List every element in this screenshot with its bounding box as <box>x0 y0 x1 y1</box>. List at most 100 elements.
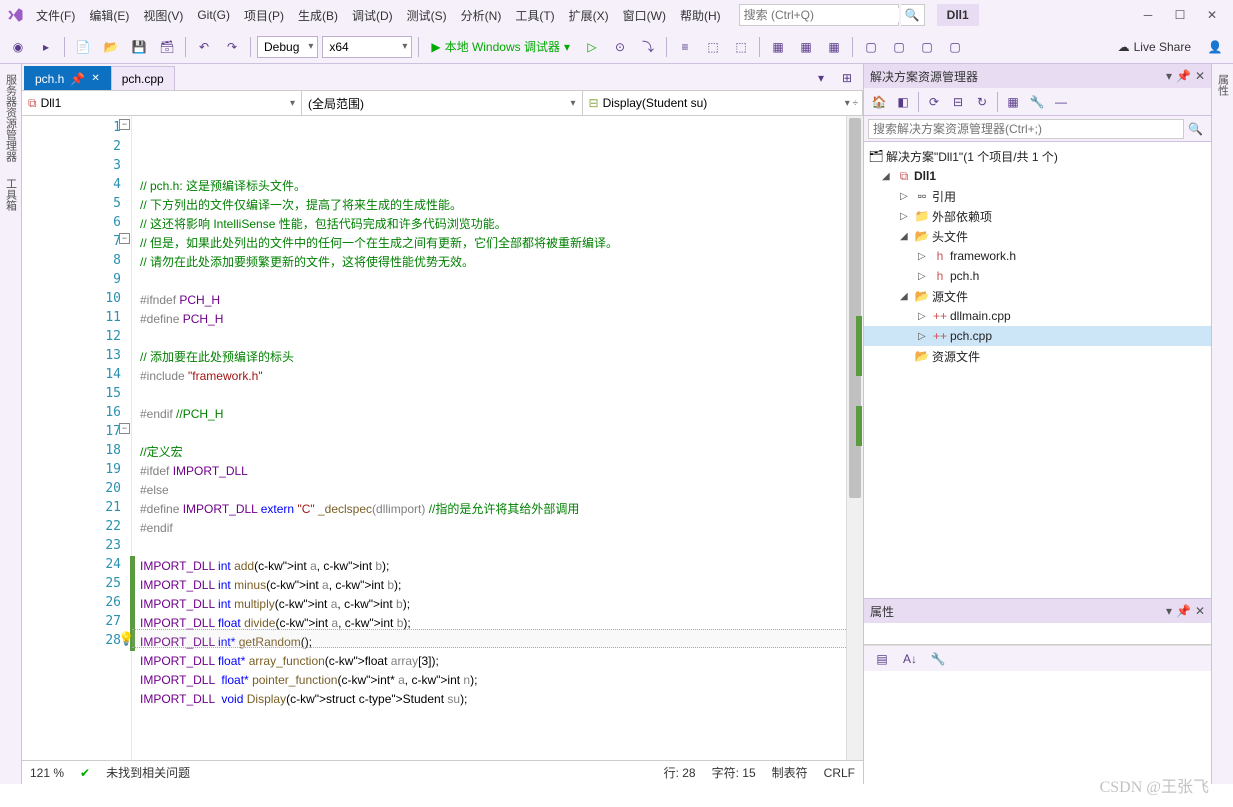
expand-icon[interactable]: ▷ <box>900 211 912 222</box>
tree-headers[interactable]: ◢ 📂 头文件 <box>864 226 1211 246</box>
panel-menu-icon[interactable]: ▾ <box>1166 69 1172 83</box>
start-debug-button[interactable]: ▶ 本地 Windows 调试器 ▾ <box>425 35 576 59</box>
preview-icon[interactable]: — <box>1050 91 1072 113</box>
tree-file-framework[interactable]: ▷ h framework.h <box>864 246 1211 266</box>
menu-project[interactable]: 项目(P) <box>238 3 290 28</box>
properties-icon[interactable]: 🔧 <box>1026 91 1048 113</box>
search-icon[interactable]: 🔍 <box>1184 122 1207 136</box>
live-share-button[interactable]: ☁ Live Share <box>1110 40 1199 54</box>
preview-icon[interactable]: ⊞ <box>835 66 859 90</box>
tab-pch-cpp[interactable]: pch.cpp <box>111 66 175 90</box>
menu-extensions[interactable]: 扩展(X) <box>563 3 615 28</box>
tb-icon-2[interactable]: ⬚ <box>701 35 725 59</box>
home-icon[interactable]: 🏠 <box>868 91 890 113</box>
save-all-button[interactable]: 🗃 <box>155 35 179 59</box>
pin-icon[interactable]: 📌 <box>1176 604 1191 618</box>
close-icon[interactable]: ✕ <box>1195 604 1205 618</box>
expand-icon[interactable]: ▷ <box>918 271 930 282</box>
nav-fwd-button[interactable]: ▸ <box>34 35 58 59</box>
issues-text[interactable]: 未找到相关问题 <box>106 764 190 781</box>
menu-test[interactable]: 测试(S) <box>401 3 453 28</box>
fold-toggle[interactable]: − <box>119 119 130 130</box>
tree-file-dllmain[interactable]: ▷ ++ dllmain.cpp <box>864 306 1211 326</box>
open-button[interactable]: 📂 <box>99 35 123 59</box>
tb-icon-3[interactable]: ⬚ <box>729 35 753 59</box>
properties-selector[interactable] <box>864 623 1211 645</box>
expand-icon[interactable]: ▷ <box>900 191 912 202</box>
refresh-icon[interactable]: ↻ <box>971 91 993 113</box>
pin-icon[interactable]: 📌 <box>1176 69 1191 83</box>
eol-mode[interactable]: CRLF <box>824 766 855 780</box>
tree-external[interactable]: ▷ 📁 外部依赖项 <box>864 206 1211 226</box>
nav-scope-combo[interactable]: (全局范围) <box>302 91 583 115</box>
server-explorer-tab[interactable]: 服务器资源管理器 <box>1 68 21 168</box>
vertical-scrollbar[interactable] <box>846 116 863 760</box>
search-button[interactable]: 🔍 <box>901 4 925 26</box>
panel-menu-icon[interactable]: ▾ <box>1166 604 1172 618</box>
collapse-icon[interactable]: ◢ <box>900 231 912 242</box>
indent-mode[interactable]: 制表符 <box>772 764 808 781</box>
nav-project-combo[interactable]: ⧉ Dll1 <box>22 91 302 115</box>
close-icon[interactable]: ✕ <box>91 73 99 84</box>
alpha-sort-icon[interactable]: A↓ <box>898 647 922 671</box>
tree-sources[interactable]: ◢ 📂 源文件 <box>864 286 1211 306</box>
code-editor[interactable]: // pch.h: 这是预编译标头文件。// 下方列出的文件仅编译一次，提高了将… <box>132 116 846 760</box>
global-search-input[interactable] <box>744 8 899 22</box>
tree-file-pch-cpp[interactable]: ▷ ++ pch.cpp <box>864 326 1211 346</box>
nav-back-button[interactable]: ◉ <box>6 35 30 59</box>
close-button[interactable]: ✕ <box>1197 4 1227 26</box>
redo-button[interactable]: ↷ <box>220 35 244 59</box>
fold-toggle[interactable]: − <box>119 423 130 434</box>
menu-window[interactable]: 窗口(W) <box>617 3 672 28</box>
expand-icon[interactable]: ▷ <box>918 311 930 322</box>
menu-analyze[interactable]: 分析(N) <box>455 3 508 28</box>
tree-references[interactable]: ▷ ▫▫ 引用 <box>864 186 1211 206</box>
menu-tools[interactable]: 工具(T) <box>509 3 560 28</box>
tb-icon-8[interactable]: ▢ <box>887 35 911 59</box>
menu-debug[interactable]: 调试(D) <box>346 3 399 28</box>
menu-file[interactable]: 文件(F) <box>30 3 81 28</box>
save-button[interactable]: 💾 <box>127 35 151 59</box>
menu-view[interactable]: 视图(V) <box>137 3 189 28</box>
new-file-button[interactable]: 📄 <box>71 35 95 59</box>
solution-search-input[interactable] <box>868 119 1184 139</box>
properties-tab[interactable]: 属性 <box>1213 68 1233 102</box>
tb-icon-1[interactable]: ≡ <box>673 35 697 59</box>
menu-help[interactable]: 帮助(H) <box>674 3 727 28</box>
tb-icon-7[interactable]: ▢ <box>859 35 883 59</box>
start-noDebug-button[interactable]: ▷ <box>580 35 604 59</box>
show-all-icon[interactable]: ▦ <box>1002 91 1024 113</box>
expand-icon[interactable]: ▷ <box>918 331 930 342</box>
tree-solution-root[interactable]: 🗂 解决方案"Dll1"(1 个项目/共 1 个) <box>864 146 1211 166</box>
tab-pch-h[interactable]: pch.h 📌 ✕ <box>24 66 111 90</box>
global-search[interactable] <box>739 4 899 26</box>
expand-icon[interactable]: ◢ <box>882 171 894 182</box>
categorize-icon[interactable]: ▤ <box>870 647 894 671</box>
maximize-button[interactable]: ☐ <box>1165 4 1195 26</box>
account-icon[interactable]: 👤 <box>1203 35 1227 59</box>
wrench-icon[interactable]: 🔧 <box>926 647 950 671</box>
view-icon[interactable]: ◧ <box>892 91 914 113</box>
tb-icon-4[interactable]: ▦ <box>766 35 790 59</box>
minimize-button[interactable]: ─ <box>1133 4 1163 26</box>
attach-button[interactable]: ⊙ <box>608 35 632 59</box>
tree-resources[interactable]: 📂 资源文件 <box>864 346 1211 366</box>
properties-grid[interactable] <box>864 671 1211 784</box>
config-combo[interactable]: Debug <box>257 36 318 58</box>
menu-build[interactable]: 生成(B) <box>292 3 344 28</box>
tb-icon-9[interactable]: ▢ <box>915 35 939 59</box>
toolbox-tab[interactable]: 工具箱 <box>1 172 21 217</box>
tab-dropdown[interactable]: ▾ <box>809 66 833 90</box>
solution-tree[interactable]: 🗂 解决方案"Dll1"(1 个项目/共 1 个) ◢ ⧉ Dll1 ▷ ▫▫ … <box>864 142 1211 598</box>
collapse-icon[interactable]: ◢ <box>900 291 912 302</box>
fold-toggle[interactable]: − <box>119 233 130 244</box>
zoom-level[interactable]: 121 % <box>30 766 64 780</box>
collapse-icon[interactable]: ⊟ <box>947 91 969 113</box>
tree-file-pch-h[interactable]: ▷ h pch.h <box>864 266 1211 286</box>
tree-project[interactable]: ◢ ⧉ Dll1 <box>864 166 1211 186</box>
sync-icon[interactable]: ⟳ <box>923 91 945 113</box>
step-button[interactable]: ⤵ <box>636 35 660 59</box>
undo-button[interactable]: ↶ <box>192 35 216 59</box>
menu-git[interactable]: Git(G) <box>191 4 236 26</box>
tb-icon-5[interactable]: ▦ <box>794 35 818 59</box>
